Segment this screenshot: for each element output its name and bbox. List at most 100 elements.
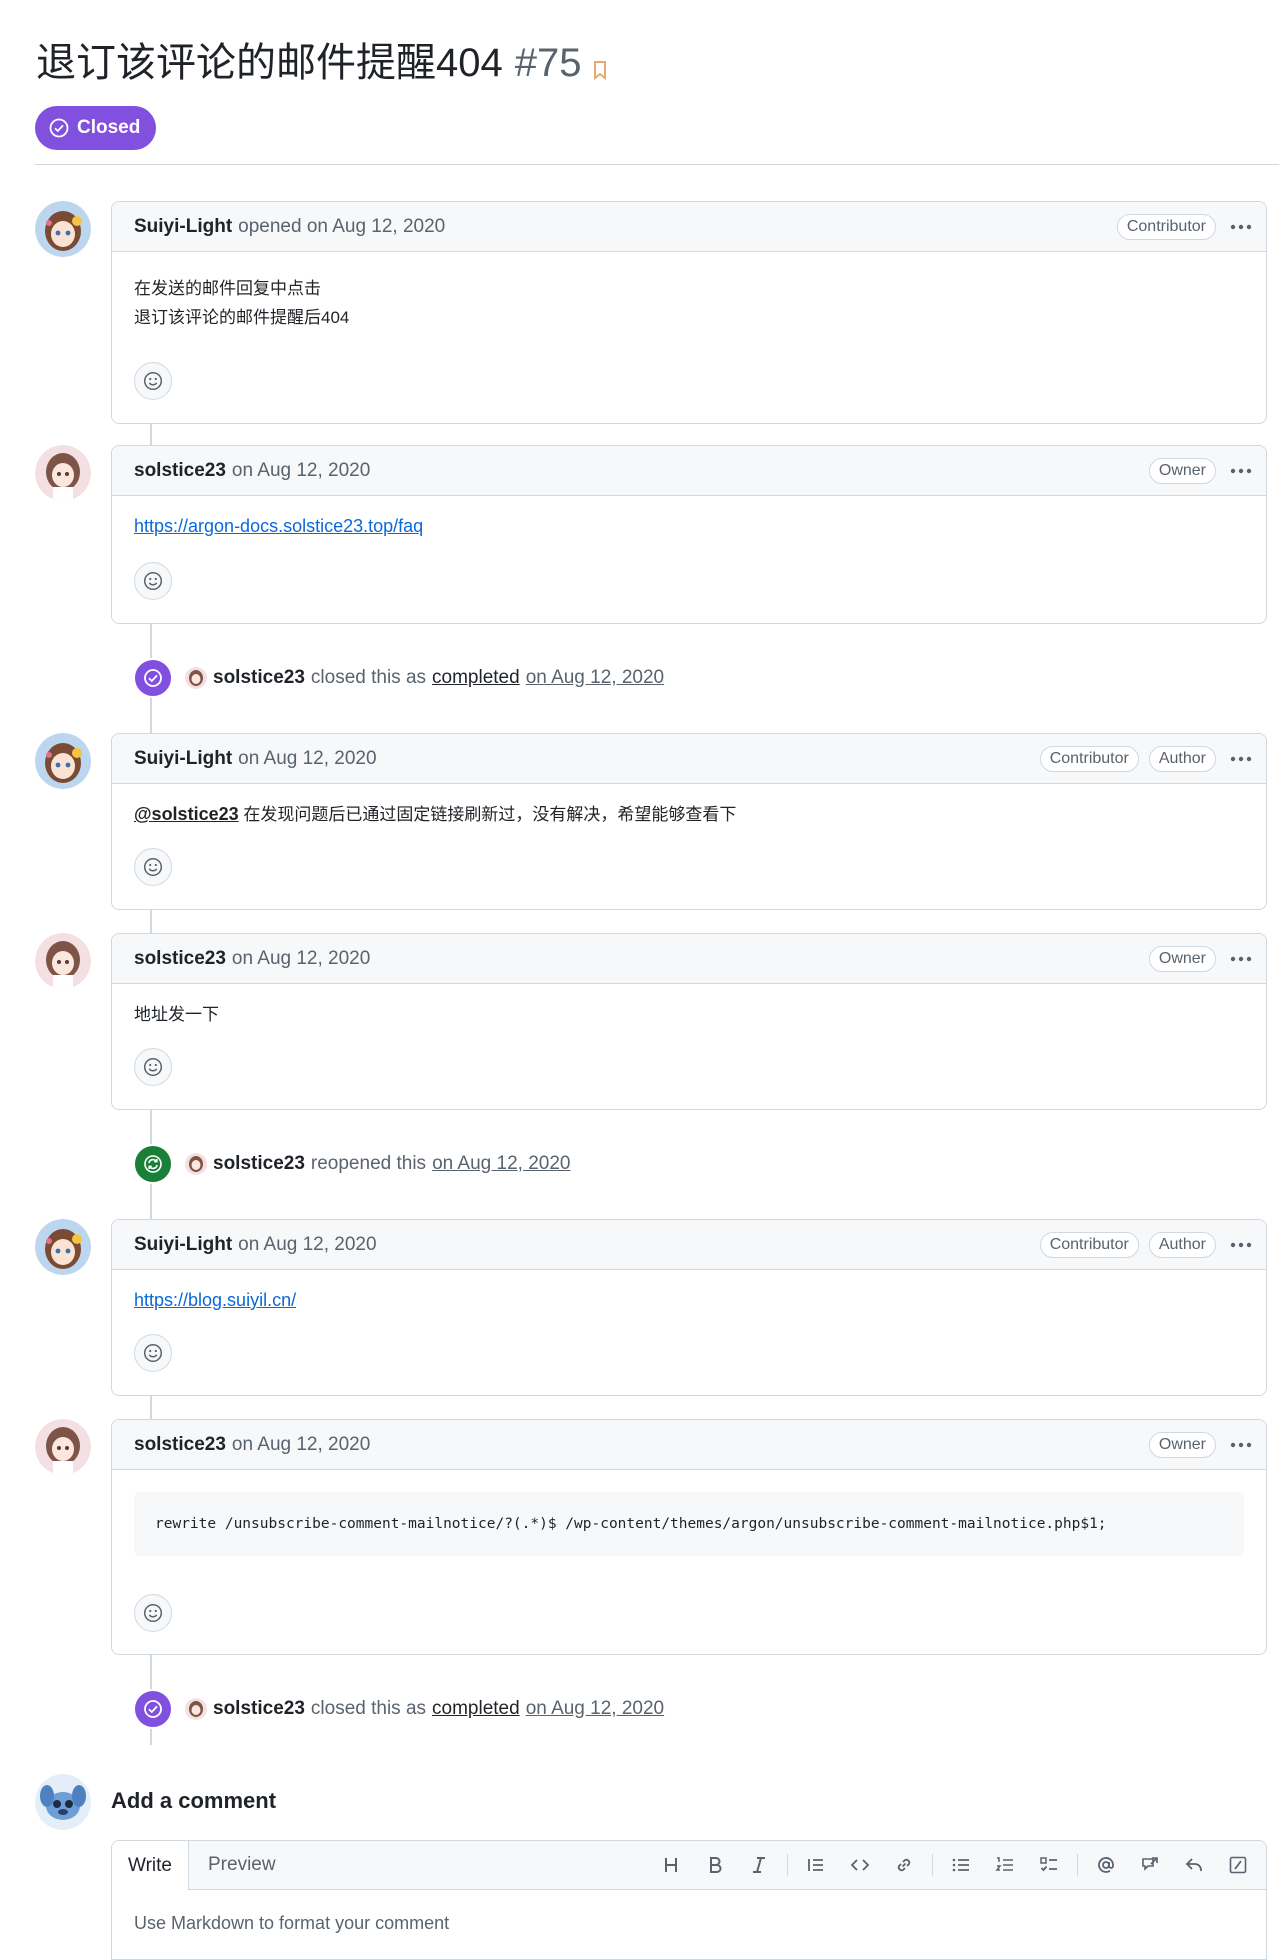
toolbar-divider — [787, 1854, 788, 1876]
issue-title: 退订该评论的邮件提醒404 — [36, 41, 503, 85]
add-reaction-button[interactable] — [134, 362, 172, 400]
comment-author[interactable]: solstice23 — [134, 1434, 226, 1456]
bold-icon[interactable] — [693, 1847, 737, 1883]
comment-author[interactable]: Suiyi-Light — [134, 216, 232, 238]
comment-author[interactable]: Suiyi-Light — [134, 1234, 232, 1256]
timeline-connector — [150, 424, 152, 446]
slash-command-icon[interactable] — [1216, 1847, 1260, 1883]
more-options-icon[interactable] — [1228, 1432, 1254, 1458]
bookmark-icon[interactable] — [592, 60, 608, 85]
reply-icon[interactable] — [1172, 1847, 1216, 1883]
comment-header: solstice23 on Aug 12, 2020 Owner — [112, 446, 1266, 496]
current-user-avatar[interactable] — [35, 1774, 91, 1830]
code-icon[interactable] — [838, 1847, 882, 1883]
closed-event-icon — [133, 658, 173, 698]
more-options-icon[interactable] — [1228, 1232, 1254, 1258]
comment-body: 在发送的邮件回复中点击 退订该评论的邮件提醒后404 — [112, 252, 1266, 423]
author-role-badge: Author — [1148, 746, 1216, 772]
reference-icon[interactable] — [1128, 1847, 1172, 1883]
add-reaction-button[interactable] — [134, 1334, 172, 1372]
author-role-badge: Owner — [1148, 946, 1216, 972]
heading-icon[interactable] — [649, 1847, 693, 1883]
actor-avatar[interactable] — [185, 667, 207, 689]
comment-meta[interactable]: on Aug 12, 2020 — [232, 1434, 370, 1456]
event-reason[interactable]: completed — [432, 1698, 520, 1720]
comment-textarea-placeholder[interactable]: Use Markdown to format your comment — [134, 1913, 449, 1934]
event-actor[interactable]: solstice23 — [213, 1698, 305, 1720]
link-icon[interactable] — [882, 1847, 926, 1883]
comment-body: 地址发一下 — [112, 984, 1266, 1109]
comment-meta[interactable]: on Aug 12, 2020 — [232, 948, 370, 970]
smiley-icon — [143, 371, 163, 391]
add-reaction-button[interactable] — [134, 848, 172, 886]
toolbar-divider — [1077, 1854, 1078, 1876]
issue-title-row: 退订该评论的邮件提醒404 #75 — [36, 30, 608, 88]
author-role-badge: Contributor — [1116, 214, 1216, 240]
issue-number: #75 — [514, 41, 582, 85]
comment: solstice23 on Aug 12, 2020 Owner 地址发一下 — [111, 933, 1267, 1110]
comment-author[interactable]: Suiyi-Light — [134, 748, 232, 770]
bullet-list-icon[interactable] — [939, 1847, 983, 1883]
event-actor[interactable]: solstice23 — [213, 667, 305, 689]
comment-body: https://blog.suiyil.cn/ — [112, 1270, 1266, 1395]
add-reaction-button[interactable] — [134, 1048, 172, 1086]
avatar[interactable] — [35, 445, 91, 501]
quote-icon[interactable] — [794, 1847, 838, 1883]
avatar[interactable] — [35, 1419, 91, 1475]
comment-editor: Write Preview Use Markdown to format you… — [111, 1840, 1267, 1960]
comment-header: Suiyi-Light on Aug 12, 2020 Contributor … — [112, 734, 1266, 784]
numbered-list-icon[interactable] — [983, 1847, 1027, 1883]
comment-text: 在发现问题后已通过固定链接刷新过，没有解决，希望能够查看下 — [243, 805, 737, 824]
smiley-icon — [143, 1343, 163, 1363]
timeline-event-closed: solstice23 closed this as completed on A… — [133, 658, 670, 698]
comment: Suiyi-Light on Aug 12, 2020 Contributor … — [111, 733, 1267, 910]
user-mention[interactable]: @solstice23 — [134, 804, 239, 824]
author-role-badge: Author — [1148, 1232, 1216, 1258]
comment-header: solstice23 on Aug 12, 2020 Owner — [112, 1420, 1266, 1470]
actor-avatar[interactable] — [185, 1698, 207, 1720]
avatar[interactable] — [35, 933, 91, 989]
author-role-badge: Contributor — [1039, 746, 1139, 772]
event-date[interactable]: on Aug 12, 2020 — [526, 667, 664, 689]
comment-body: https://argon-docs.solstice23.top/faq — [112, 496, 1266, 623]
more-options-icon[interactable] — [1228, 458, 1254, 484]
smiley-icon — [143, 571, 163, 591]
event-date[interactable]: on Aug 12, 2020 — [432, 1153, 570, 1175]
author-role-badge: Owner — [1148, 458, 1216, 484]
more-options-icon[interactable] — [1228, 746, 1254, 772]
italic-icon[interactable] — [737, 1847, 781, 1883]
tab-preview[interactable]: Preview — [192, 1841, 292, 1889]
more-options-icon[interactable] — [1228, 214, 1254, 240]
comment-text-line: 在发送的邮件回复中点击 — [134, 279, 321, 298]
event-actor[interactable]: solstice23 — [213, 1153, 305, 1175]
tab-write[interactable]: Write — [112, 1841, 189, 1890]
comment-meta[interactable]: on Aug 12, 2020 — [232, 460, 370, 482]
code-block: rewrite /unsubscribe-comment-mailnotice/… — [134, 1492, 1244, 1556]
comment-author[interactable]: solstice23 — [134, 460, 226, 482]
task-list-icon[interactable] — [1027, 1847, 1071, 1883]
comment-author[interactable]: solstice23 — [134, 948, 226, 970]
event-action: reopened this — [310, 1153, 427, 1174]
mention-icon[interactable] — [1084, 1847, 1128, 1883]
smiley-icon — [143, 857, 163, 877]
comment-text-line: 退订该评论的邮件提醒后404 — [134, 308, 350, 327]
more-options-icon[interactable] — [1228, 946, 1254, 972]
comment-meta[interactable]: opened on Aug 12, 2020 — [238, 216, 445, 238]
avatar[interactable] — [35, 201, 91, 257]
toolbar-divider — [932, 1854, 933, 1876]
add-reaction-button[interactable] — [134, 562, 172, 600]
timeline-event-reopened: solstice23 reopened this on Aug 12, 2020 — [133, 1144, 576, 1184]
avatar[interactable] — [35, 733, 91, 789]
comment-meta[interactable]: on Aug 12, 2020 — [238, 748, 376, 770]
avatar[interactable] — [35, 1219, 91, 1275]
add-reaction-button[interactable] — [134, 1594, 172, 1632]
comment-link[interactable]: https://argon-docs.solstice23.top/faq — [134, 516, 423, 536]
event-date[interactable]: on Aug 12, 2020 — [526, 1698, 664, 1720]
actor-avatar[interactable] — [185, 1153, 207, 1175]
comment-body: @solstice23 在发现问题后已通过固定链接刷新过，没有解决，希望能够查看… — [112, 784, 1266, 909]
comment-meta[interactable]: on Aug 12, 2020 — [238, 1234, 376, 1256]
comment-link[interactable]: https://blog.suiyil.cn/ — [134, 1290, 296, 1310]
event-reason[interactable]: completed — [432, 667, 520, 689]
status-badge: Closed — [35, 106, 157, 150]
header-divider — [35, 164, 1279, 165]
